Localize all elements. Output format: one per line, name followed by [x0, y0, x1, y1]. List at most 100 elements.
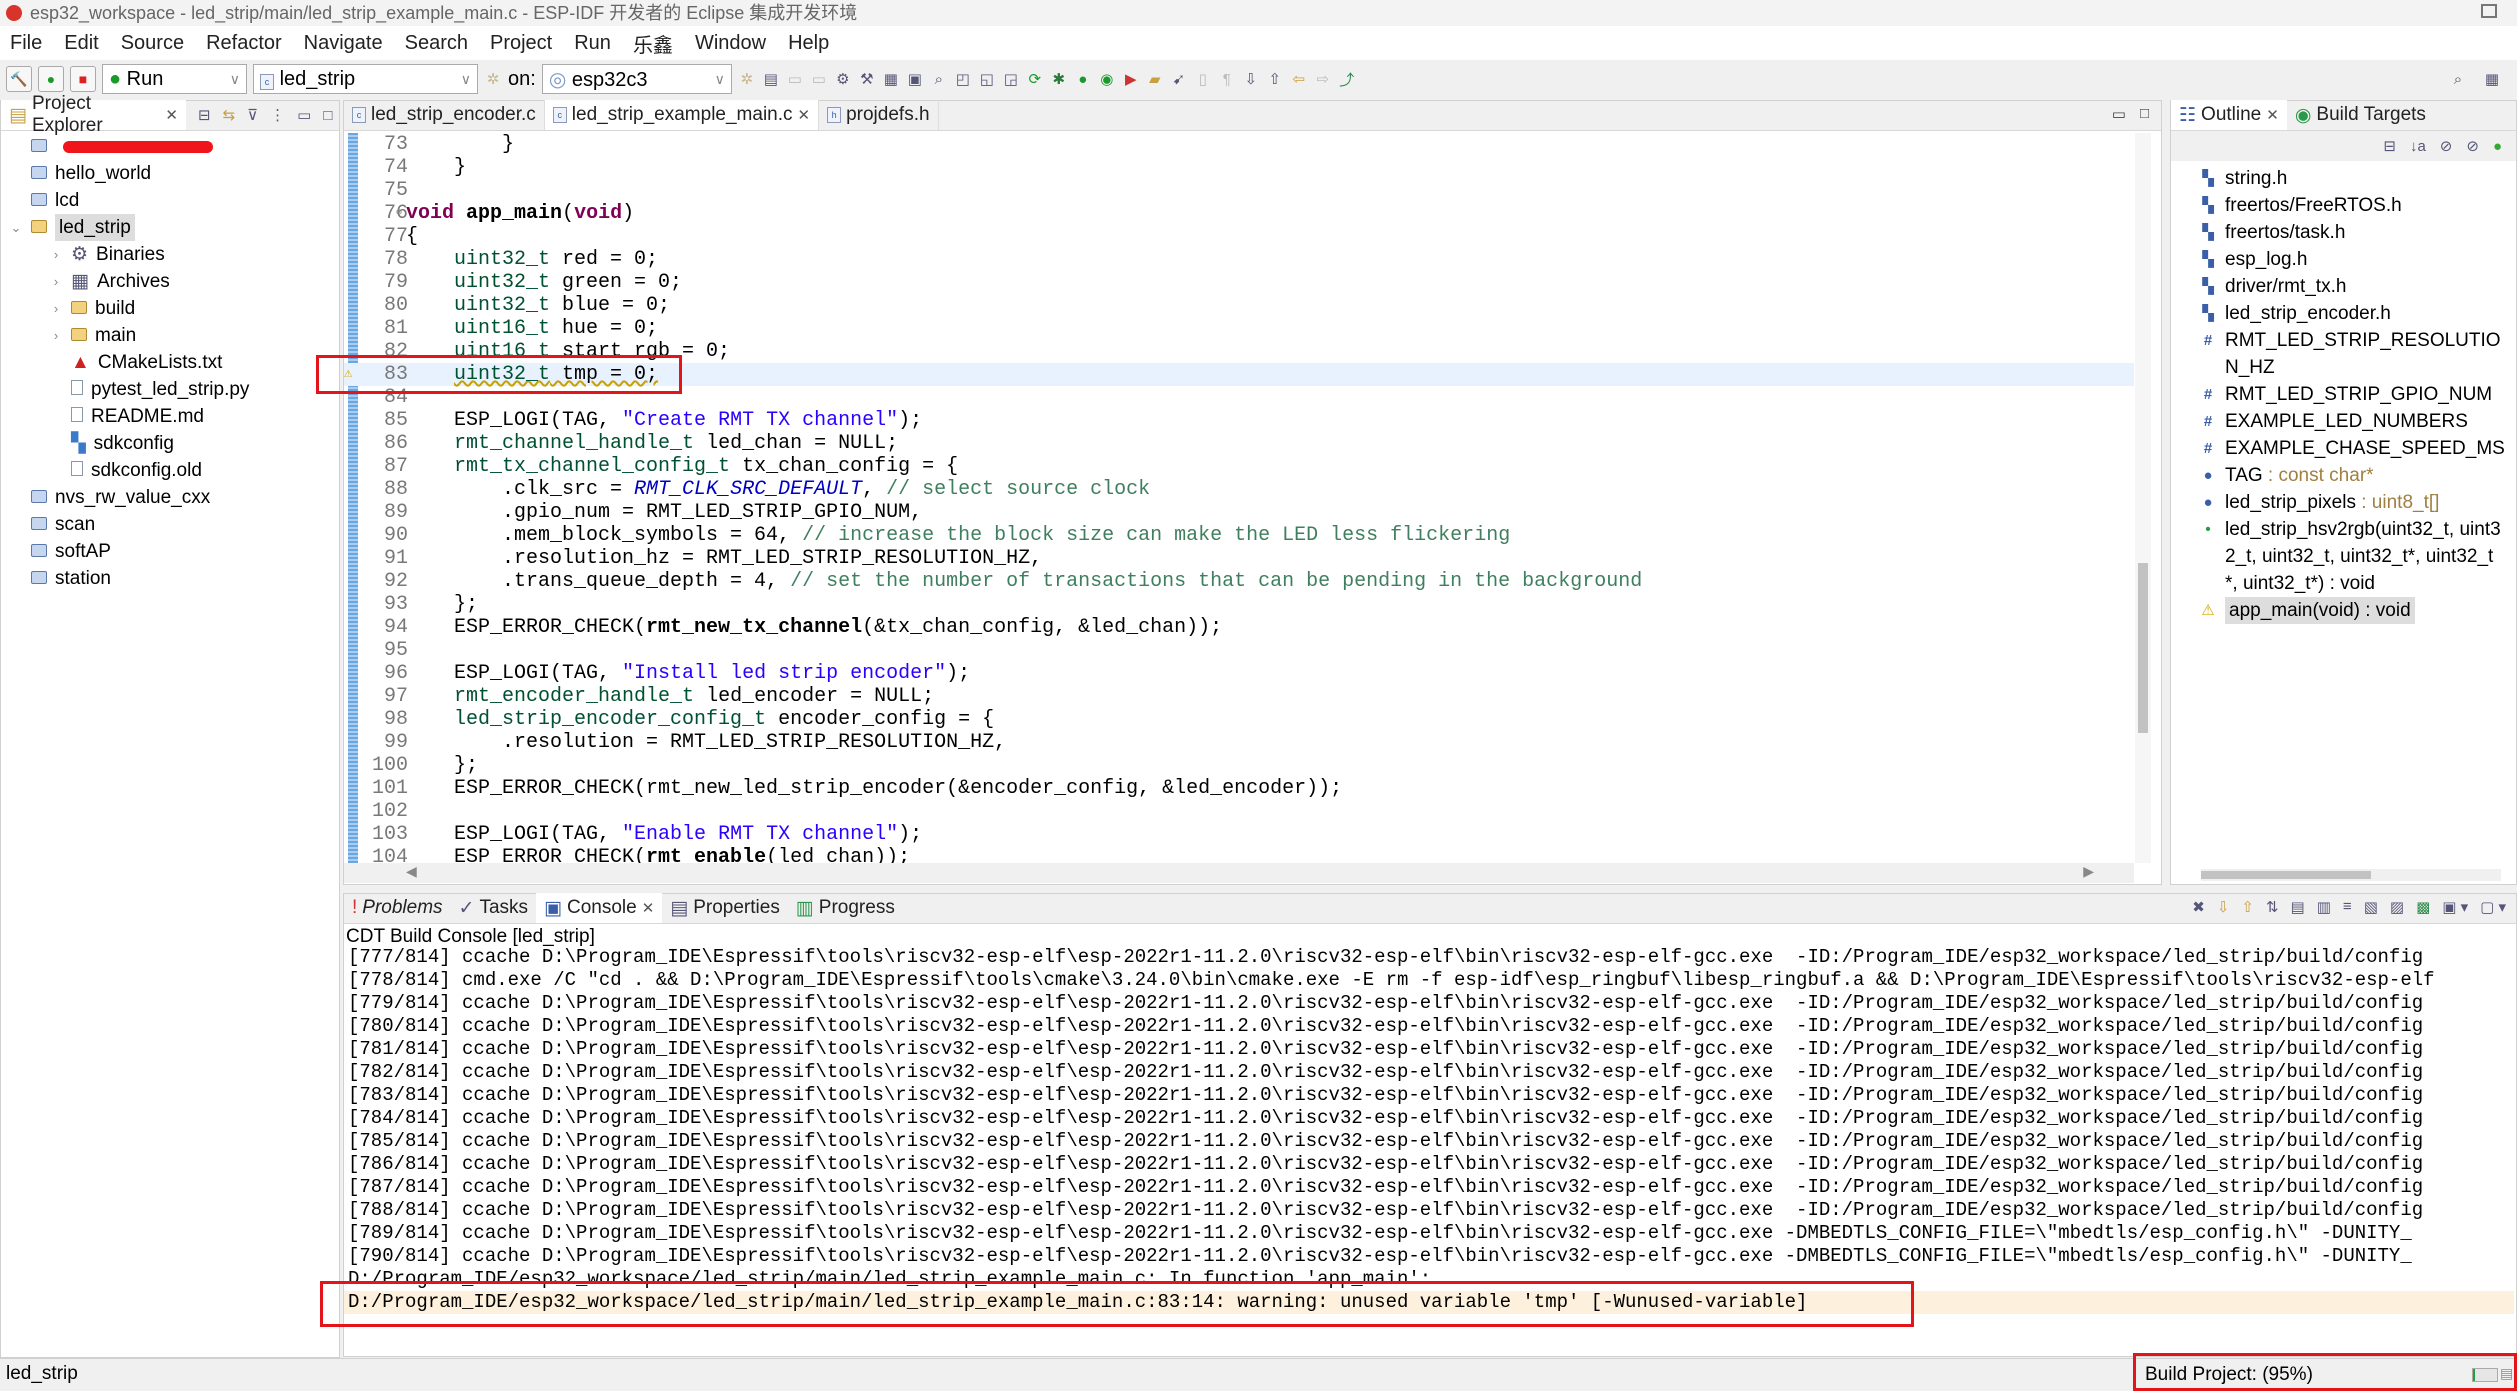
close-icon[interactable]: ✕	[2266, 106, 2279, 124]
stop-button[interactable]: ■	[70, 66, 96, 92]
menu-2[interactable]: Source	[121, 32, 184, 55]
outline-item[interactable]: # EXAMPLE_LED_NUMBERS	[2201, 408, 2506, 435]
pin-console-icon[interactable]: ▨	[2390, 898, 2404, 916]
gear-icon[interactable]: ✲	[738, 70, 756, 88]
outline-item[interactable]: ● TAG : const char*	[2201, 462, 2506, 489]
tree-item[interactable]: README.md	[49, 403, 204, 430]
open-folder-icon[interactable]: ▰	[1146, 70, 1164, 88]
collapse-all-icon[interactable]: ⊟	[198, 106, 211, 124]
hide-fields-icon[interactable]: ⊘	[2440, 137, 2453, 155]
tab-properties[interactable]: ▤ Properties	[662, 893, 788, 923]
chevron-right-icon[interactable]: ›	[49, 268, 63, 295]
chevron-down-icon[interactable]: ⌄	[9, 214, 23, 241]
binary-icon[interactable]: ▦	[882, 70, 900, 88]
next-error-icon[interactable]: ⇩	[2217, 898, 2230, 916]
tree-item[interactable]: ⌄ led_strip	[9, 214, 135, 241]
outline-item[interactable]: ▚ led_strip_encoder.h	[2201, 300, 2506, 327]
tree-item[interactable]: lcd	[9, 187, 79, 214]
tab-led_strip_encoder-c[interactable]: c led_strip_encoder.c	[344, 100, 545, 130]
menu-8[interactable]: 乐鑫	[633, 29, 673, 58]
search-icon[interactable]: ⌕	[2449, 70, 2467, 88]
tab-projdefs-h[interactable]: h projdefs.h	[819, 100, 939, 130]
forward-icon[interactable]: ⇨	[1314, 70, 1332, 88]
tree-item[interactable]: › main	[49, 322, 136, 349]
close-icon[interactable]: ✕	[642, 899, 655, 917]
tree-item[interactable]: scan	[9, 511, 95, 538]
pin-icon[interactable]: ▩	[2416, 898, 2430, 916]
tree-item[interactable]: softAP	[9, 538, 111, 565]
menu-6[interactable]: Project	[490, 32, 552, 55]
outline-item[interactable]: • led_strip_hsv2rgb(uint32_t, uint32_t, u…	[2201, 516, 2506, 597]
outline-item[interactable]: ● led_strip_pixels : uint8_t[]	[2201, 489, 2506, 516]
copy-build-log-icon[interactable]: ▤	[2291, 898, 2305, 916]
scroll-left-icon[interactable]: ◀	[406, 863, 417, 880]
word-wrap-icon[interactable]: ≡	[2343, 898, 2352, 916]
prev-error-icon[interactable]: ⇧	[2241, 898, 2254, 916]
menu-4[interactable]: Navigate	[304, 32, 383, 55]
code-editor[interactable]: 73 } 74 } 75 76 ⊖ void app_main(void) 77{78 ui…	[344, 133, 2134, 869]
launch-button[interactable]: ●	[38, 66, 64, 92]
outline-item[interactable]: ▚ string.h	[2201, 165, 2506, 192]
tree-item[interactable]: nvs_rw_value_cxx	[9, 484, 210, 511]
hide-nonpublic-icon[interactable]: ●	[2493, 138, 2502, 155]
chevron-right-icon[interactable]: ›	[49, 322, 63, 349]
tab-progress[interactable]: ▥ Progress	[788, 893, 903, 923]
tree-item[interactable]: sdkconfig.old	[49, 457, 202, 484]
sort-icon[interactable]: ↓a	[2410, 138, 2426, 155]
tab-problems[interactable]: ! Problems	[344, 893, 451, 923]
tree-item[interactable]: hello_world	[9, 160, 151, 187]
menu-1[interactable]: Edit	[64, 32, 98, 55]
outline-item[interactable]: ▚ driver/rmt_tx.h	[2201, 273, 2506, 300]
new-c-project-icon[interactable]: ◰	[954, 70, 972, 88]
menu-7[interactable]: Run	[574, 32, 611, 55]
pin-icon[interactable]: ⤴	[1338, 70, 1356, 89]
display-console-icon[interactable]: ▣ ▾	[2442, 898, 2468, 916]
coverage-icon[interactable]: ◉	[1098, 70, 1116, 88]
filter-icon[interactable]: ⊽	[247, 106, 258, 124]
tree-item[interactable]: ▲ CMakeLists.txt	[49, 349, 222, 376]
external-tools-icon[interactable]: ▶	[1122, 70, 1140, 88]
tab-outline[interactable]: ☷ Outline ✕	[2171, 100, 2287, 130]
tab-tasks[interactable]: ✓ Tasks	[451, 893, 537, 923]
launch-target-select[interactable]: ◎ esp32c3 ∨	[541, 64, 732, 94]
back-icon[interactable]: ⇦	[1290, 70, 1308, 88]
gear-icon[interactable]: ✲	[484, 70, 502, 88]
close-icon[interactable]: ✕	[165, 106, 178, 124]
settings-icon[interactable]: ⚙	[834, 70, 852, 88]
tree-item[interactable]: › build	[49, 295, 135, 322]
launch-config-select[interactable]: c led_strip ∨	[253, 64, 478, 94]
minimize-icon[interactable]: ▭	[2112, 105, 2126, 123]
chevron-right-icon[interactable]: ›	[49, 295, 63, 322]
launch-mode-select[interactable]: ● Run ∨	[102, 64, 247, 94]
new-class-icon[interactable]: ◲	[1002, 70, 1020, 88]
outline-horizontal-scrollbar[interactable]	[2201, 869, 2501, 881]
menu-5[interactable]: Search	[405, 32, 468, 55]
tab-build-targets[interactable]: ◉ Build Targets	[2287, 100, 2434, 130]
outline-item[interactable]: # RMT_LED_STRIP_RESOLUTION_HZ	[2201, 327, 2506, 381]
outline-item[interactable]: ▚ freertos/FreeRTOS.h	[2201, 192, 2506, 219]
minimize-icon[interactable]: ▭	[297, 106, 311, 124]
tree-item[interactable]	[9, 133, 213, 160]
next-annotation-icon[interactable]: ⇧	[1266, 70, 1284, 88]
tree-item[interactable]: ▚ sdkconfig	[49, 430, 174, 457]
refresh-icon[interactable]: ⟳	[1026, 70, 1044, 88]
tab-project-explorer[interactable]: ▤ Project Explorer ✕	[1, 93, 186, 136]
link-editor-icon[interactable]: ⇆	[223, 106, 236, 124]
open-console-icon[interactable]: ▢ ▾	[2480, 898, 2506, 916]
new-file-icon[interactable]: ▤	[762, 70, 780, 88]
outline-item[interactable]: # EXAMPLE_CHASE_SPEED_MS	[2201, 435, 2506, 462]
hide-static-icon[interactable]: ⊘	[2466, 137, 2479, 155]
build-button[interactable]: 🔨	[6, 66, 32, 92]
restore-window-button[interactable]	[2481, 4, 2497, 18]
outline-item[interactable]: ⚠ app_main(void) : void	[2201, 597, 2506, 624]
scrollbar-thumb[interactable]	[2201, 871, 2371, 879]
debug-icon[interactable]: ✱	[1050, 70, 1068, 88]
scroll-lock-icon[interactable]: ⇅	[2266, 898, 2279, 916]
prev-annotation-icon[interactable]: ⇩	[1242, 70, 1260, 88]
editor-horizontal-scrollbar[interactable]: ◀ ▶	[344, 863, 2134, 883]
lock-icon[interactable]: ▥	[2317, 898, 2331, 916]
tab-led_strip_example_main-c[interactable]: c led_strip_example_main.c ✕	[544, 100, 820, 130]
outline-item[interactable]: ▚ freertos/task.h	[2201, 219, 2506, 246]
view-menu-icon[interactable]: ⋮	[270, 106, 285, 124]
chevron-right-icon[interactable]: ›	[49, 241, 63, 268]
